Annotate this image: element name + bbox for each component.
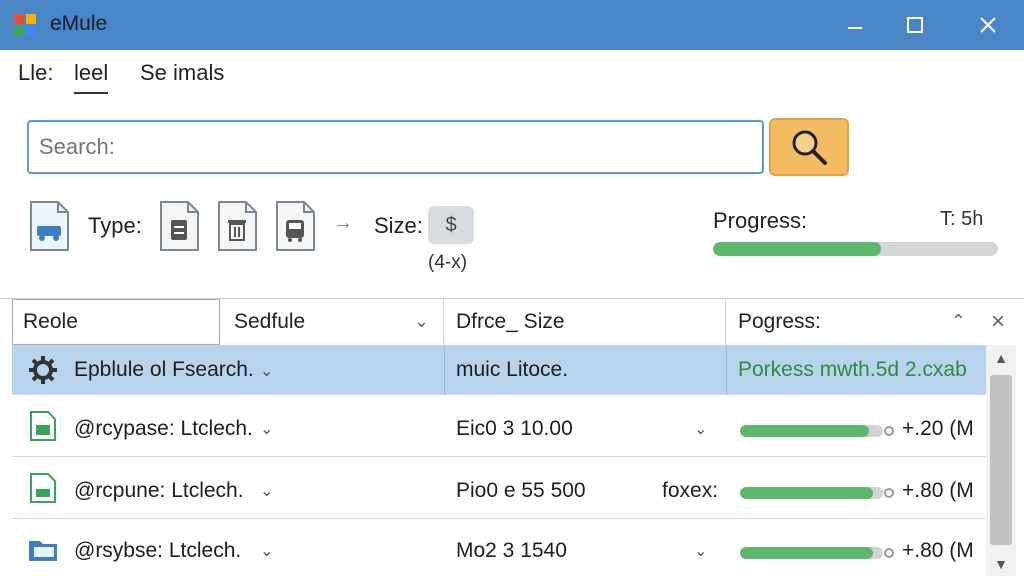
scroll-down-icon[interactable]: ▼ — [986, 551, 1016, 576]
row-progress-knob — [884, 488, 894, 498]
close-icon — [979, 17, 996, 33]
column-header-label: Dfrce_ Size — [456, 310, 565, 333]
close-icon: × — [990, 308, 1005, 335]
size-button[interactable]: $ — [428, 206, 474, 244]
chevron-down-icon[interactable]: ⌄ — [694, 541, 707, 561]
chevron-down-icon: ⌄ — [413, 311, 429, 331]
search-icon — [792, 130, 827, 165]
row-extra: foxex: — [662, 479, 719, 502]
chevron-up-icon: ⌃ — [950, 311, 966, 331]
type-label: Type: — [88, 213, 142, 238]
vertical-scrollbar[interactable]: ▲ ▼ — [986, 345, 1016, 576]
overall-progress-fill — [713, 242, 882, 256]
file-icon — [30, 473, 56, 503]
row-progress-knob — [884, 548, 894, 558]
row-name: @rcypase: Ltclech. — [74, 417, 253, 440]
row-progress-text: +.80 (M — [902, 539, 974, 562]
progress-title: Progress: — [713, 208, 808, 233]
minimize-icon — [848, 27, 862, 29]
table-row[interactable]: @rcpune: Ltclech. ⌄ Pio0 e 55 500 foxex:… — [12, 457, 986, 519]
chevron-down-icon[interactable]: ⌄ — [260, 361, 273, 381]
chevron-down-icon[interactable]: ⌄ — [260, 419, 273, 439]
menu-bar: Lle: leel Se imals — [0, 50, 1024, 100]
search-input[interactable] — [27, 120, 764, 174]
chevron-down-icon[interactable]: ⌄ — [260, 541, 273, 561]
row-name: @rcpune: Ltclech. — [74, 479, 244, 502]
column-divider — [444, 345, 445, 395]
car-document-icon[interactable] — [28, 200, 70, 252]
chevron-down-icon[interactable]: ⌄ — [260, 481, 273, 501]
column-header-3[interactable]: Dfrce_ Size — [444, 299, 726, 345]
row-size: muic Litoce. — [456, 358, 569, 381]
column-header-2[interactable]: Sedfule ⌄ — [220, 299, 444, 345]
close-button[interactable] — [951, 0, 1024, 50]
row-size: Mo2 3 1540 — [456, 539, 567, 562]
window-title: eMule — [50, 12, 108, 35]
column-header-label: Reole — [23, 310, 78, 333]
row-size: Eic0 3 10.00 — [456, 417, 573, 440]
scroll-up-icon[interactable]: ▲ — [986, 345, 1016, 371]
table-row[interactable]: Epblule ol Fsearch. ⌄ muic Litoce. Porke… — [12, 345, 986, 395]
column-header-4[interactable]: Pogress: ⌃ — [726, 299, 980, 345]
row-progress-knob — [884, 426, 894, 436]
row-progress-fill — [740, 425, 869, 437]
table-row[interactable]: @rcypase: Ltclech. ⌄ Eic0 3 10.00 ⌄ +.20… — [12, 395, 986, 457]
column-close-button[interactable]: × — [980, 299, 1016, 345]
menu-item-1[interactable]: Lle: — [18, 60, 53, 92]
file-icon — [30, 411, 56, 441]
row-progress-fill — [740, 547, 873, 559]
size-range: (4-x) — [428, 252, 468, 273]
scroll-thumb[interactable] — [990, 375, 1012, 545]
menu-item-3[interactable]: Se imals — [140, 60, 224, 92]
emule-logo-icon — [14, 14, 36, 36]
column-header-label: Sedfule — [234, 310, 306, 333]
table-row[interactable]: @rsybse: Ltclech. ⌄ Mo2 3 1540 ⌄ +.80 (M — [12, 519, 986, 576]
maximize-button[interactable] — [880, 0, 950, 50]
overall-progress-bar — [713, 242, 998, 256]
row-name: Epblule ol Fsearch. — [74, 358, 254, 381]
trash-document-icon[interactable] — [216, 200, 258, 252]
column-header-1[interactable]: Reole — [12, 299, 220, 345]
row-name: @rsybse: Ltclech. — [74, 539, 242, 562]
row-progress-bar — [740, 547, 883, 559]
column-divider — [726, 345, 727, 395]
row-progress-fill — [740, 487, 873, 499]
results-table: Reole Sedfule ⌄ Dfrce_ Size Pogress: ⌃ ×… — [0, 298, 1024, 576]
gear-icon — [29, 356, 57, 384]
row-progress-bar — [740, 487, 883, 499]
arrow-right-icon: → — [333, 212, 353, 234]
search-button[interactable] — [769, 118, 849, 176]
folder-icon — [29, 541, 57, 561]
progress-extra: T: 5h — [940, 208, 984, 230]
column-header-label: Pogress: — [738, 310, 821, 333]
row-progress-bar — [740, 425, 883, 437]
title-bar: eMule — [0, 0, 1024, 50]
bus-document-icon[interactable] — [274, 200, 316, 252]
size-label: Size: — [374, 213, 423, 238]
row-size: Pio0 e 55 500 — [456, 479, 586, 502]
maximize-icon — [907, 17, 923, 33]
row-progress-text: +.20 (M — [902, 417, 974, 440]
row-progress-text: +.80 (M — [902, 479, 974, 502]
menu-item-2[interactable]: leel — [74, 60, 109, 94]
chevron-down-icon[interactable]: ⌄ — [694, 419, 707, 439]
document-icon[interactable] — [158, 200, 200, 252]
row-progress-text: Porkess mwth.5d 2.cxab — [738, 358, 967, 381]
